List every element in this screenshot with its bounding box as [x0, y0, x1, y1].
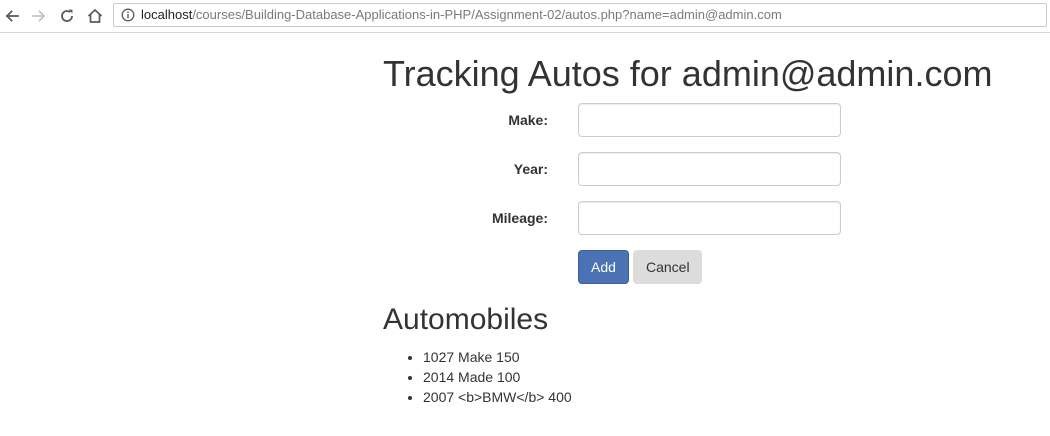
url-path: /courses/Building-Database-Applications-…	[192, 7, 782, 22]
page-title: Tracking Autos for admin@admin.com	[383, 53, 993, 94]
automobiles-list: 1027 Make 150 2014 Made 100 2007 <b>BMW<…	[383, 347, 572, 407]
reload-button[interactable]	[56, 5, 78, 27]
automobiles-heading: Automobiles	[383, 303, 549, 336]
info-icon[interactable]	[121, 8, 135, 22]
add-button[interactable]: Add	[578, 250, 629, 284]
make-input[interactable]	[578, 103, 841, 137]
back-arrow-icon	[5, 10, 19, 22]
year-label: Year:	[513, 161, 548, 177]
reload-icon	[61, 9, 73, 22]
address-url[interactable]: localhost/courses/Building-Database-Appl…	[141, 7, 782, 23]
forward-button[interactable]	[28, 5, 50, 27]
home-button[interactable]	[84, 5, 106, 27]
forward-arrow-icon	[32, 10, 46, 22]
back-button[interactable]	[1, 5, 23, 27]
year-input[interactable]	[578, 152, 841, 186]
mileage-input[interactable]	[578, 201, 841, 235]
address-bar[interactable]: localhost/courses/Building-Database-Appl…	[113, 3, 1047, 27]
home-icon	[87, 8, 103, 23]
list-item: 1027 Make 150	[423, 347, 572, 367]
cancel-button[interactable]: Cancel	[633, 250, 702, 284]
list-item: 2007 <b>BMW</b> 400	[423, 387, 572, 407]
make-label: Make:	[508, 112, 548, 128]
list-item: 2014 Made 100	[423, 367, 572, 387]
browser-toolbar: localhost/courses/Building-Database-Appl…	[0, 0, 1050, 33]
url-host: localhost	[141, 7, 193, 22]
mileage-label: Mileage:	[491, 210, 548, 226]
